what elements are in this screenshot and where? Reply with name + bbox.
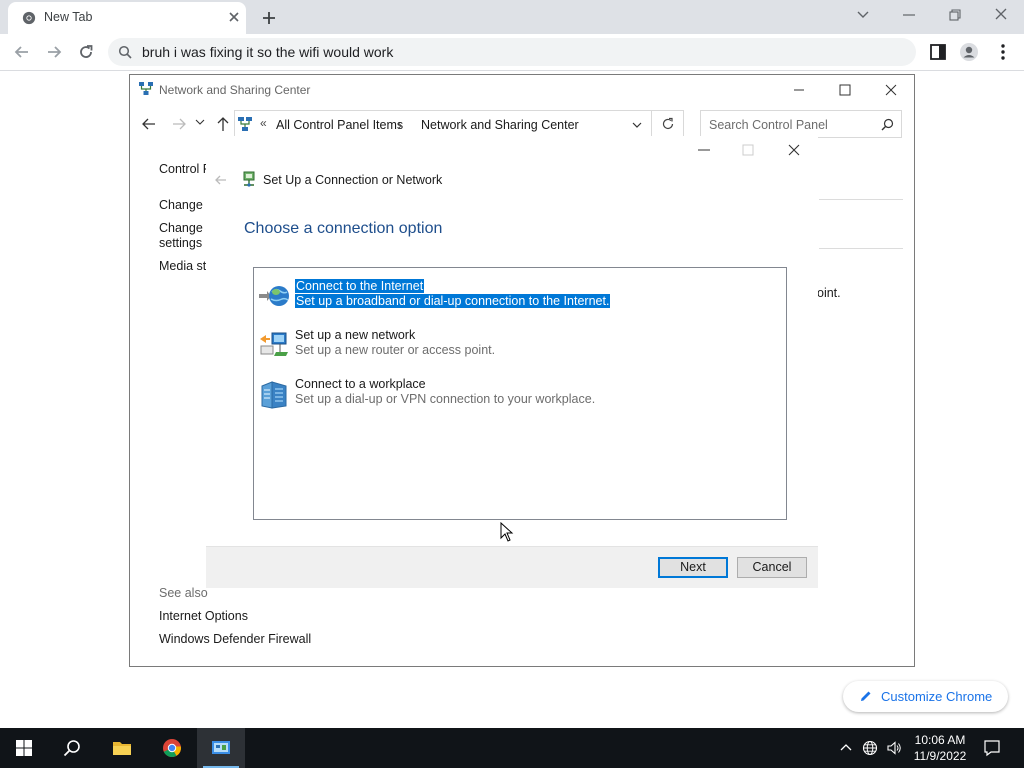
dialog-back-arrow-icon[interactable] xyxy=(214,173,228,187)
refresh-icon xyxy=(662,117,674,130)
dialog-footer: Next Cancel xyxy=(206,546,818,588)
recent-locations-chevron-icon[interactable] xyxy=(194,116,206,128)
connection-options-list: Connect to the Internet Set up a broadba… xyxy=(253,267,787,520)
chrome-logo-icon xyxy=(163,739,182,758)
dialog-heading: Choose a connection option xyxy=(244,220,443,237)
tab-new-tab[interactable]: New Tab xyxy=(8,2,246,34)
option-description: Set up a new router or access point. xyxy=(295,343,496,357)
nsc-refresh-button[interactable] xyxy=(652,110,684,138)
network-location-icon xyxy=(238,117,252,131)
taskbar-chrome[interactable] xyxy=(148,728,196,768)
sidebar-control-panel-home[interactable]: Control Panel Home xyxy=(159,162,207,176)
windows-taskbar: 10:06 AM 11/9/2022 xyxy=(0,728,1024,768)
pencil-icon xyxy=(861,691,871,701)
taskbar-file-explorer[interactable] xyxy=(98,728,146,768)
chrome-menu-icon[interactable] xyxy=(993,42,1013,62)
up-arrow-icon[interactable] xyxy=(214,115,232,133)
new-tab-plus-icon[interactable] xyxy=(260,9,278,27)
taskbar-search-button[interactable] xyxy=(48,728,96,768)
network-globe-icon[interactable] xyxy=(862,740,878,756)
tab-title: New Tab xyxy=(44,10,93,24)
nav-forward-arrow-icon[interactable] xyxy=(170,115,188,133)
profile-avatar-icon[interactable] xyxy=(959,42,979,62)
nav-back-arrow-icon[interactable] xyxy=(140,115,158,133)
chrome-favicon-icon xyxy=(22,11,36,25)
link-internet-options[interactable]: Internet Options xyxy=(159,609,248,623)
volume-speaker-icon[interactable] xyxy=(886,740,902,756)
dialog-minimize-icon[interactable] xyxy=(692,140,716,160)
option-description: Set up a dial-up or VPN connection to yo… xyxy=(295,392,596,406)
breadcrumb-all-control-panel-items[interactable]: All Control Panel Items xyxy=(276,118,403,132)
chrome-toolbar: bruh i was fixing it so the wifi would w… xyxy=(0,34,1024,71)
dialog-maximize-icon xyxy=(742,144,754,156)
chrome-tab-strip: New Tab xyxy=(0,0,1024,34)
see-also-label: See also xyxy=(159,586,208,600)
content-divider xyxy=(819,199,903,200)
restore-icon[interactable] xyxy=(946,7,964,23)
sidebar-change-adapter-settings[interactable]: Change adapter settings xyxy=(159,198,207,212)
address-dropdown-chevron-icon[interactable] xyxy=(631,119,643,131)
clock-date: 11/9/2022 xyxy=(913,749,967,763)
nsc-title-bar[interactable]: Network and Sharing Center xyxy=(130,75,914,105)
nsc-close-icon[interactable] xyxy=(868,75,914,105)
action-center-notification-icon[interactable] xyxy=(983,739,1001,757)
content-divider xyxy=(819,248,903,249)
cancel-button[interactable]: Cancel xyxy=(737,557,807,578)
option-title: Set up a new network xyxy=(295,328,416,342)
control-panel-icon xyxy=(212,741,230,754)
sidebar-change-advanced-sharing[interactable]: Change advanced sharing xyxy=(159,221,207,235)
control-panel-search-input[interactable]: Search Control Panel xyxy=(700,110,902,138)
reload-icon[interactable] xyxy=(76,42,96,62)
nsc-minimize-icon[interactable] xyxy=(776,75,822,105)
breadcrumb-network-sharing-center[interactable]: Network and Sharing Center xyxy=(421,118,579,132)
search-icon xyxy=(118,45,132,59)
network-center-icon xyxy=(139,82,153,95)
address-bar-text: bruh i was fixing it so the wifi would w… xyxy=(142,44,394,60)
search-placeholder: Search Control Panel xyxy=(709,118,828,132)
dialog-close-icon[interactable] xyxy=(782,140,806,160)
start-button[interactable] xyxy=(0,728,48,768)
nsc-window-title: Network and Sharing Center xyxy=(159,83,311,97)
dialog-title: Set Up a Connection or Network xyxy=(263,173,443,187)
back-arrow-icon[interactable] xyxy=(12,42,32,62)
workplace-building-icon xyxy=(261,381,287,409)
router-network-icon xyxy=(260,332,288,356)
customize-chrome-button[interactable]: Customize Chrome xyxy=(843,681,1008,712)
option-new-network[interactable]: Set up a new network Set up a new router… xyxy=(254,327,786,367)
side-panel-icon[interactable] xyxy=(928,42,948,62)
option-connect-internet[interactable]: Connect to the Internet Set up a broadba… xyxy=(254,278,786,318)
link-windows-defender-firewall[interactable]: Windows Defender Firewall xyxy=(159,632,311,646)
next-button[interactable]: Next xyxy=(658,557,728,578)
search-icon xyxy=(63,740,80,757)
address-bar[interactable]: bruh i was fixing it so the wifi would w… xyxy=(108,38,916,66)
option-description: Set up a broadband or dial-up connection… xyxy=(295,294,611,308)
forward-arrow-icon[interactable] xyxy=(44,42,64,62)
globe-connect-icon xyxy=(259,286,289,306)
breadcrumb-separator-icon[interactable]: › xyxy=(398,118,402,132)
sidebar-media-streaming[interactable]: Media streaming options xyxy=(159,259,207,273)
option-title: Connect to a workplace xyxy=(295,377,426,391)
folder-icon xyxy=(113,742,131,755)
mouse-pointer-icon xyxy=(500,522,514,542)
nsc-address-bar[interactable]: « All Control Panel Items › Network and … xyxy=(234,110,652,138)
taskbar-control-panel[interactable] xyxy=(197,728,245,768)
windows-logo-icon xyxy=(16,740,32,756)
option-connect-workplace[interactable]: Connect to a workplace Set up a dial-up … xyxy=(254,376,786,416)
clock-time: 10:06 AM xyxy=(914,733,966,747)
setup-network-wizard-icon xyxy=(243,171,255,187)
customize-chrome-label: Customize Chrome xyxy=(881,689,993,704)
minimize-icon[interactable] xyxy=(900,7,918,23)
setup-connection-dialog: Set Up a Connection or Network Choose a … xyxy=(206,136,818,588)
breadcrumb-overflow-icon[interactable]: « xyxy=(260,116,267,130)
show-hidden-icons-chevron-icon[interactable] xyxy=(838,740,854,756)
option-title: Connect to the Internet xyxy=(295,279,425,293)
content-partial-text: oint. xyxy=(817,286,841,300)
sidebar-change-advanced-sharing-line2[interactable]: settings xyxy=(159,236,207,250)
close-window-icon[interactable] xyxy=(992,7,1010,23)
nsc-maximize-icon[interactable] xyxy=(822,75,868,105)
tab-search-chevron-icon[interactable] xyxy=(854,7,872,23)
close-tab-icon[interactable] xyxy=(226,9,242,25)
search-icon xyxy=(881,118,894,131)
taskbar-clock[interactable]: 10:06 AM 11/9/2022 xyxy=(905,732,975,764)
